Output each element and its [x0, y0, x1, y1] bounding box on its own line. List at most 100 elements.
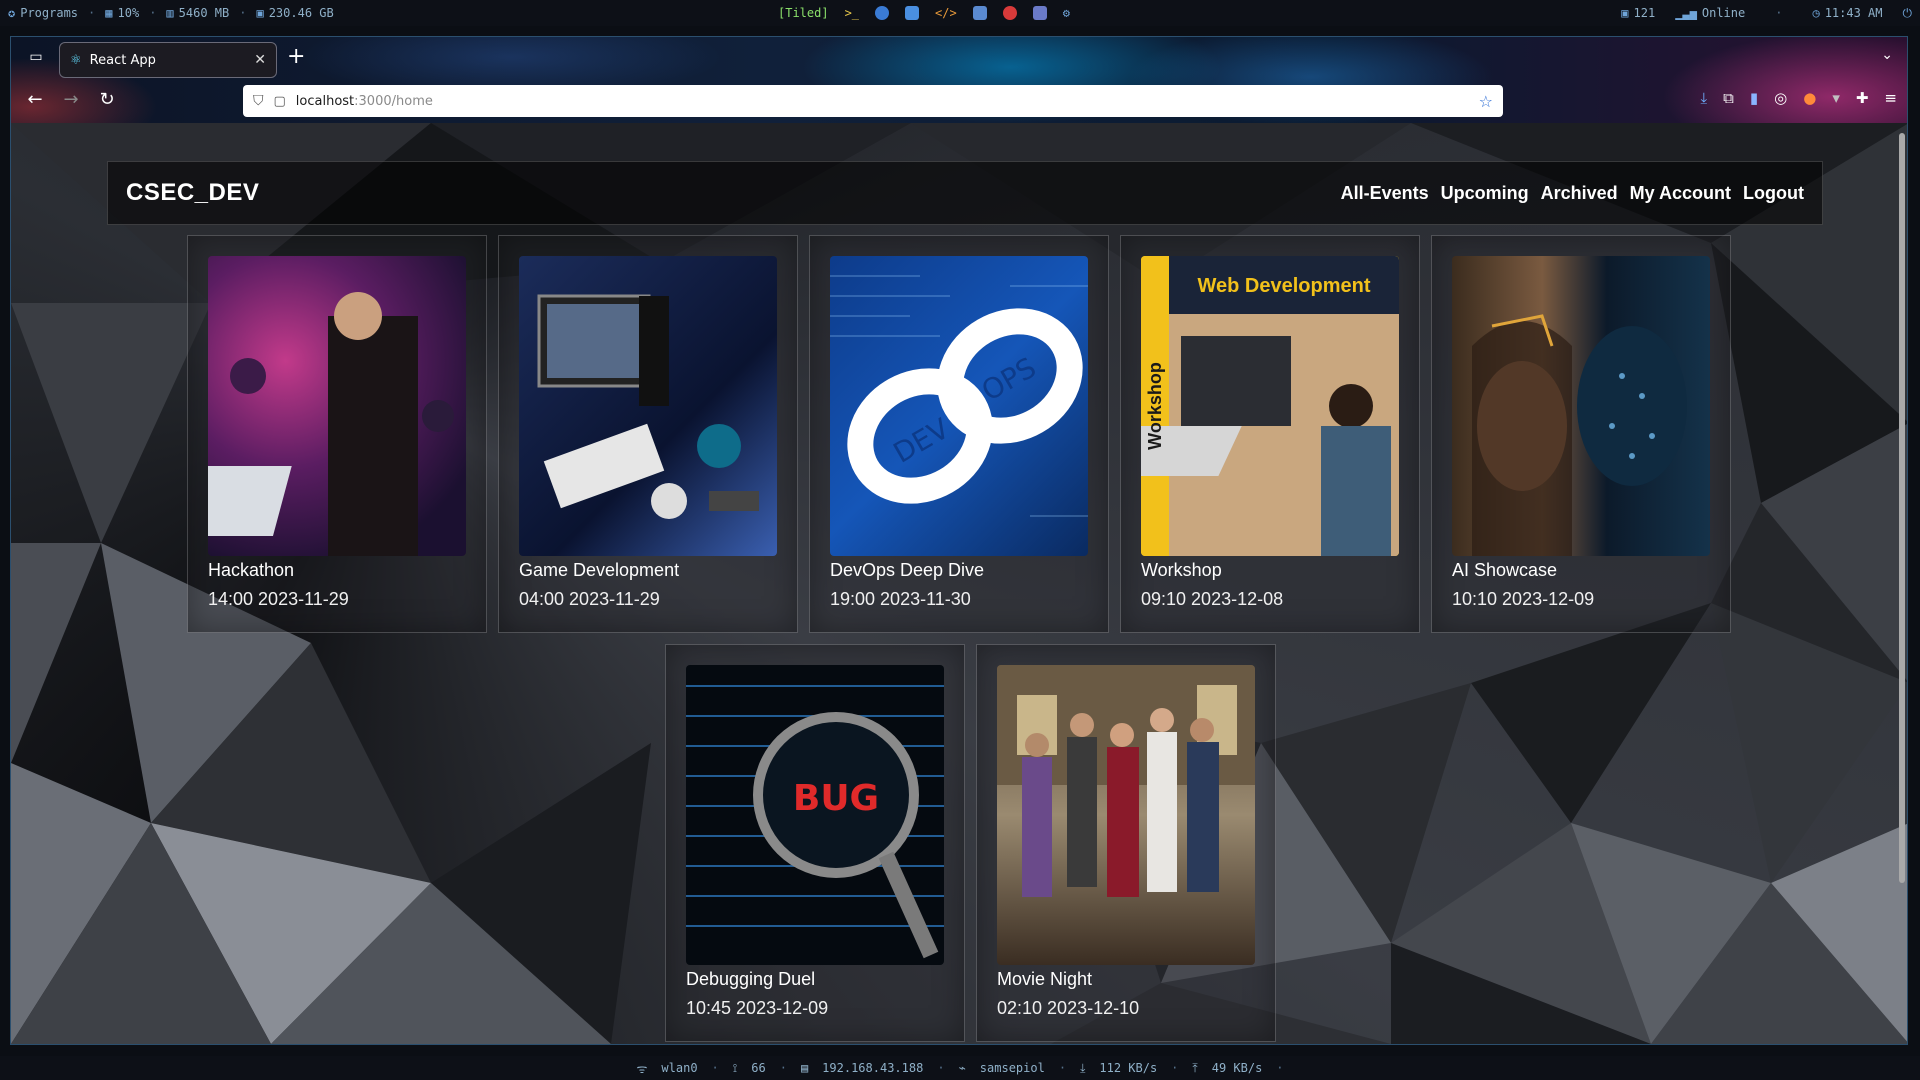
- event-card-hackathon[interactable]: Hackathon 14:00 2023-11-29: [187, 235, 487, 633]
- system-status-bar: ᯤ wlan0 · ⟟ 66 · ▤ 192.168.43.188 · ⌁ sa…: [0, 1056, 1920, 1080]
- url-text[interactable]: localhost:3000/home: [296, 94, 433, 109]
- workshop-banner-text: Web Development: [1198, 275, 1371, 297]
- settings-gear-icon[interactable]: ⚙: [1063, 6, 1070, 20]
- updates-count: 121: [1633, 6, 1656, 20]
- url-host: localhost: [295, 93, 355, 109]
- programs-icon: ✪: [8, 6, 16, 20]
- event-card-game-development[interactable]: Game Development 04:00 2023-11-29: [498, 235, 798, 633]
- event-datetime: 02:10 2023-12-10: [997, 998, 1140, 1018]
- event-datetime: 19:00 2023-11-30: [830, 589, 971, 609]
- clock-icon: ◷: [1812, 6, 1820, 20]
- nav-logout[interactable]: Logout: [1743, 183, 1804, 204]
- event-title: AI Showcase: [1452, 560, 1558, 580]
- browser-window: ▭ ⚛ React App ✕ + ⌄ ← → ↻ ⛉ ▢ localhost:…: [10, 36, 1908, 1045]
- event-title: DevOps Deep Dive: [830, 560, 985, 580]
- layout-indicator[interactable]: [Tiled]: [778, 6, 829, 20]
- devops-dev-label: DEV: [888, 412, 955, 470]
- wifi-icon: ᯤ: [636, 1061, 648, 1076]
- close-tab-icon[interactable]: ✕: [254, 52, 266, 68]
- disk-icon: ▣: [256, 6, 264, 20]
- event-card-debugging-duel[interactable]: BUG Debugging Duel 10:45 2023-12-09: [665, 644, 965, 1042]
- notes-icon[interactable]: [972, 6, 987, 20]
- nav-archived[interactable]: Archived: [1541, 183, 1618, 204]
- event-card-movie-night[interactable]: Movie Night 02:10 2023-12-10: [976, 644, 1276, 1042]
- event-title: Game Development: [519, 560, 680, 580]
- firefox-icon[interactable]: [875, 6, 890, 20]
- event-title: Workshop: [1141, 560, 1222, 580]
- address-bar[interactable]: ⛉ ▢ localhost:3000/home ☆: [243, 85, 1503, 117]
- event-title: Debugging Duel: [686, 969, 816, 989]
- event-image-devops: DEV OPS: [830, 256, 1088, 556]
- tab-react-app[interactable]: ⚛ React App ✕: [59, 42, 277, 78]
- clock: ◷ 11:43 AM: [1812, 6, 1882, 20]
- fox-extension-icon[interactable]: ●: [1803, 89, 1816, 107]
- workshop-side-text: Workshop: [1145, 362, 1165, 450]
- power-icon[interactable]: ⏻: [1903, 6, 1913, 21]
- event-card-workshop[interactable]: Web Development Workshop Workshop 09:10 …: [1120, 235, 1420, 633]
- disk-value: 230.46 GB: [268, 6, 334, 20]
- terminal-icon[interactable]: >_: [845, 6, 859, 20]
- forward-arrow-icon[interactable]: →: [59, 89, 83, 110]
- signal-strength: 66: [751, 1061, 766, 1075]
- package-icon: ▣: [1621, 6, 1629, 20]
- download-icon[interactable]: ⤓: [1701, 89, 1708, 107]
- bookmark-star-icon[interactable]: ☆: [1479, 92, 1493, 111]
- network-indicator[interactable]: ▁▃▅ Online: [1675, 6, 1745, 20]
- memory-value: 5460 MB: [178, 6, 230, 20]
- tab-list-icon[interactable]: ▭: [25, 49, 47, 71]
- code-editor-icon[interactable]: </>: [935, 6, 957, 20]
- new-tab-icon[interactable]: +: [287, 46, 305, 68]
- ssid-name: samsepiol: [979, 1061, 1045, 1075]
- chat-icon[interactable]: [1002, 6, 1017, 20]
- dropper-icon[interactable]: ▾: [1832, 89, 1840, 107]
- memory-icon: ▥: [166, 6, 174, 20]
- event-image-hackathon: [208, 256, 466, 556]
- globe-icon[interactable]: ◎: [1774, 89, 1787, 107]
- nav-upcoming[interactable]: Upcoming: [1441, 183, 1529, 204]
- sidebar-icon[interactable]: ▮: [1750, 89, 1758, 107]
- programs-menu[interactable]: ✪ Programs: [8, 6, 78, 20]
- folder-icon[interactable]: [905, 6, 920, 20]
- hamburger-menu-icon[interactable]: ≡: [1884, 89, 1897, 107]
- event-title: Hackathon: [208, 560, 295, 580]
- event-image-movie-night: [997, 665, 1255, 965]
- event-image-ai-showcase: [1452, 256, 1710, 556]
- react-favicon-icon: ⚛: [70, 52, 82, 68]
- page-viewport: CSEC_DEV All-Events Upcoming Archived My…: [11, 123, 1907, 1044]
- shield-icon[interactable]: ⛉: [253, 93, 264, 109]
- page-scrollbar[interactable]: [1899, 133, 1905, 883]
- signal-icon: ⟟: [732, 1060, 738, 1075]
- back-arrow-icon[interactable]: ←: [23, 89, 47, 110]
- browser-extensions: ⤓ ⧉ ▮ ◎ ● ▾ ✚ ≡: [1701, 89, 1898, 107]
- app-navbar: CSEC_DEV All-Events Upcoming Archived My…: [107, 161, 1823, 225]
- arrow-extension-icon[interactable]: ✚: [1856, 89, 1869, 107]
- chevron-down-icon[interactable]: ⌄: [1881, 47, 1893, 63]
- updates-indicator[interactable]: ▣ 121: [1621, 6, 1655, 20]
- browser-toolbar: ▭ ⚛ React App ✕ + ⌄ ← → ↻ ⛉ ▢ localhost:…: [11, 37, 1907, 123]
- event-datetime: 04:00 2023-11-29: [519, 589, 660, 609]
- reload-icon[interactable]: ↻: [95, 89, 119, 110]
- brand-logo[interactable]: CSEC_DEV: [126, 179, 259, 207]
- ssid-icon: ⌁: [958, 1061, 966, 1075]
- page-icon: ▢: [273, 93, 286, 109]
- event-card-ai-showcase[interactable]: AI Showcase 10:10 2023-12-09: [1431, 235, 1731, 633]
- download-speed: 112 KB/s: [1099, 1061, 1158, 1075]
- event-datetime: 09:10 2023-12-08: [1141, 589, 1284, 609]
- event-datetime: 10:10 2023-12-09: [1452, 589, 1595, 609]
- tab-title: React App: [89, 52, 156, 68]
- extension-puzzle-icon[interactable]: ⧉: [1723, 89, 1734, 107]
- nav-my-account[interactable]: My Account: [1630, 183, 1731, 204]
- event-datetime: 10:45 2023-12-09: [686, 998, 829, 1018]
- cpu-indicator: ▦ 10%: [105, 6, 139, 20]
- event-card-devops[interactable]: DEV OPS DevOps Deep Dive 19:00 2023-11-3…: [809, 235, 1109, 633]
- clock-time: 11:43 AM: [1824, 6, 1883, 20]
- network-status: Online: [1701, 6, 1746, 20]
- event-image-debugging-duel: BUG: [686, 665, 944, 965]
- nav-all-events[interactable]: All-Events: [1341, 183, 1429, 204]
- cpu-icon: ▦: [105, 6, 113, 20]
- interface-name: wlan0: [661, 1061, 698, 1075]
- programs-label: Programs: [20, 6, 79, 20]
- disk-indicator: ▣ 230.46 GB: [256, 6, 333, 20]
- upload-speed-icon: ⤒: [1192, 1060, 1198, 1075]
- video-icon[interactable]: [1032, 6, 1047, 20]
